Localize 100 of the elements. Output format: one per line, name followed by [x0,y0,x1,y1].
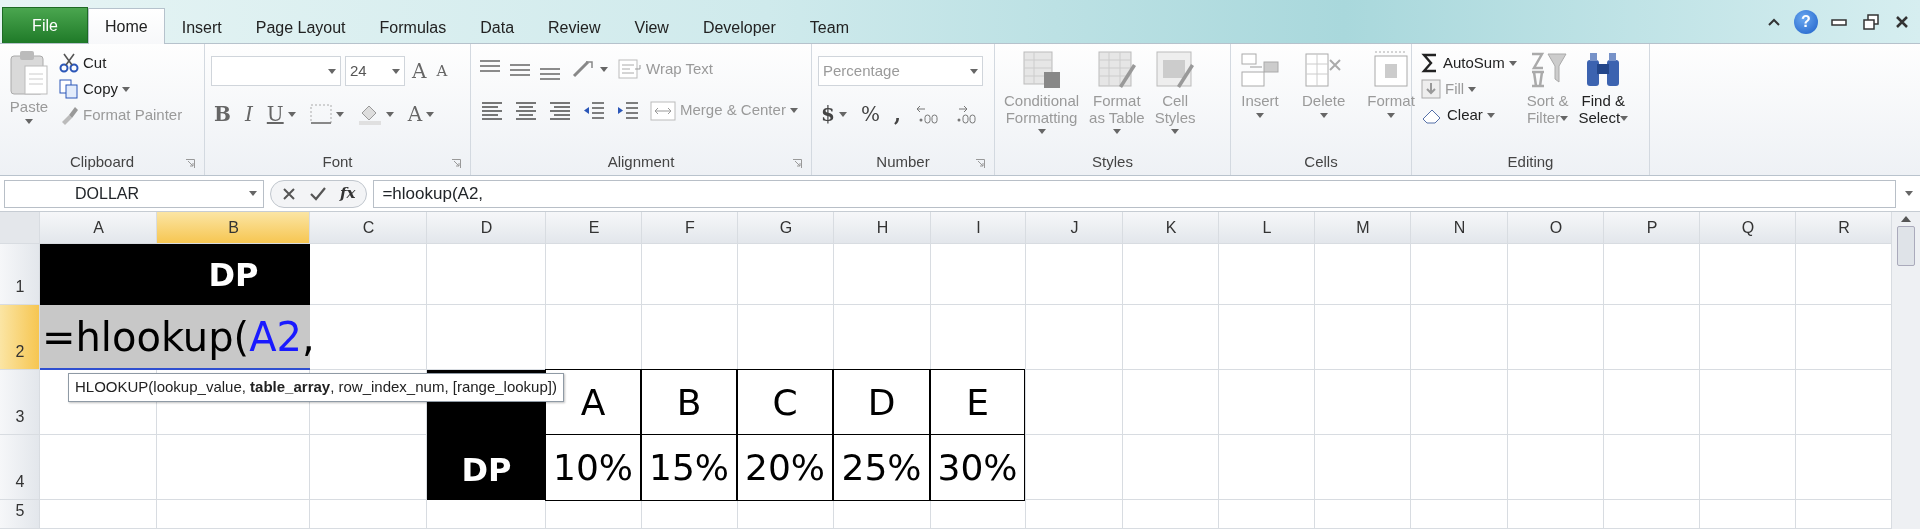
font-size-dropdown[interactable]: 24 [345,56,405,86]
column-header[interactable]: K [1123,212,1219,244]
column-header[interactable]: J [1026,212,1123,244]
row-header[interactable]: 1 [0,244,40,305]
align-top-icon [480,60,500,73]
column-header[interactable]: Q [1700,212,1796,244]
column-header[interactable]: L [1219,212,1315,244]
increase-decimal-icon [914,103,939,125]
caret-icon [1486,112,1495,118]
caret-icon [1560,116,1569,122]
ribbon-tab[interactable]: Team [792,11,866,43]
caret-icon [1171,129,1180,134]
fill-down-icon [1421,79,1441,99]
check-icon [310,186,326,201]
column-header[interactable]: R [1796,212,1892,244]
caret-icon [600,66,608,72]
ribbon-tab[interactable]: Developer [685,11,793,43]
column-header[interactable]: C [310,212,427,244]
font-color-button[interactable]: A [404,102,438,126]
column-header[interactable]: F [642,212,738,244]
shrink-font-button[interactable]: A [433,61,451,81]
underline-button[interactable]: U [263,102,299,126]
caret-icon [1037,129,1046,134]
column-header[interactable]: P [1604,212,1700,244]
table-cell: DP [427,435,546,500]
vertical-scrollbar[interactable] [1892,212,1920,529]
dialog-launcher-icon [793,159,802,168]
caret-icon [392,68,400,74]
table-cell: DP [157,244,310,305]
column-header[interactable]: I [931,212,1026,244]
dialog-launcher-button[interactable] [449,158,464,169]
row-header[interactable]: 2 [0,305,40,370]
ribbon-tab[interactable]: Home [88,8,165,44]
column-header[interactable]: D [427,212,546,244]
align-left-icon [480,99,504,122]
bold-button[interactable]: B [211,102,234,126]
cell-styles-icon [1155,50,1196,90]
currency-button[interactable]: $ [818,102,850,126]
minimize-button[interactable] [1828,16,1850,28]
ribbon-tab[interactable]: Review [531,11,618,43]
column-header[interactable]: H [834,212,931,244]
cross-icon [282,186,296,201]
align-center-icon [514,99,538,122]
caret-icon [1256,112,1264,118]
autosum-button[interactable]: AutoSum [1418,52,1520,74]
restore-button[interactable] [1860,13,1882,31]
function-tooltip: HLOOKUP(lookup_value, table_array, row_index_num, [range_lookup]) [68,373,564,402]
align-bottom-icon [540,68,560,81]
grow-font-button[interactable]: A [409,59,430,83]
clear-button[interactable]: Clear [1418,104,1520,126]
borders-icon [309,104,332,124]
row-header[interactable]: 4 [0,435,40,500]
ribbon-tab[interactable]: Formulas [362,11,464,43]
percent-button[interactable]: % [857,102,883,126]
caret-icon [122,86,131,92]
enter-button[interactable] [307,185,329,202]
column-header[interactable]: O [1508,212,1604,244]
ribbon-tab[interactable]: File [2,7,88,43]
group-label: Editing [1507,151,1554,172]
caret-icon [426,111,435,117]
column-header[interactable]: A [40,212,157,244]
ribbon-tab[interactable]: Page Layout [238,11,363,43]
copy-icon [59,79,79,99]
italic-button[interactable]: I [241,102,256,126]
find-select-button[interactable]: Find & Select [1575,48,1632,149]
group-label: Alignment [607,151,675,172]
row-header[interactable]: 5 [0,500,40,529]
caret-icon [335,111,344,117]
name-box[interactable]: DOLLAR [4,179,264,208]
align-right-icon [548,99,572,122]
minimize-icon [1831,17,1847,27]
column-header[interactable]: N [1411,212,1508,244]
ribbon-tab[interactable]: View [617,11,686,43]
ribbon-tab[interactable]: Insert [164,11,239,43]
column-header[interactable]: E [546,212,642,244]
row-header[interactable]: 3 [0,370,40,435]
dialog-launcher-icon [452,159,461,168]
column-header[interactable]: G [738,212,834,244]
column-header[interactable]: M [1315,212,1411,244]
insert-function-button[interactable]: fx [337,184,359,203]
scroll-up-icon [1901,216,1911,222]
ribbon-tab[interactable]: Data [463,11,532,43]
copy-button[interactable]: Copy [56,78,186,100]
restore-icon [1863,14,1879,30]
scrollbar-thumb[interactable] [1897,226,1915,266]
caret-icon [1387,112,1396,118]
chevron-up-icon [1767,17,1781,27]
dialog-launcher-button[interactable] [790,158,805,169]
formula-input[interactable]: =hlookup(A2, [373,179,1896,208]
dialog-launcher-button[interactable] [183,158,198,169]
expand-formula-button[interactable] [1902,190,1916,197]
dialog-launcher-icon [976,159,985,168]
align-middle-icon [510,64,530,77]
cell-editor[interactable]: =hlookup(A2, [40,305,310,370]
table-cell: 10% [545,434,641,501]
comma-style-button[interactable]: , [890,102,904,126]
cut-button[interactable]: Cut [56,52,186,74]
column-header[interactable]: B [157,212,310,244]
table-cell: 20% [737,434,833,501]
dialog-launcher-button[interactable] [973,158,988,169]
